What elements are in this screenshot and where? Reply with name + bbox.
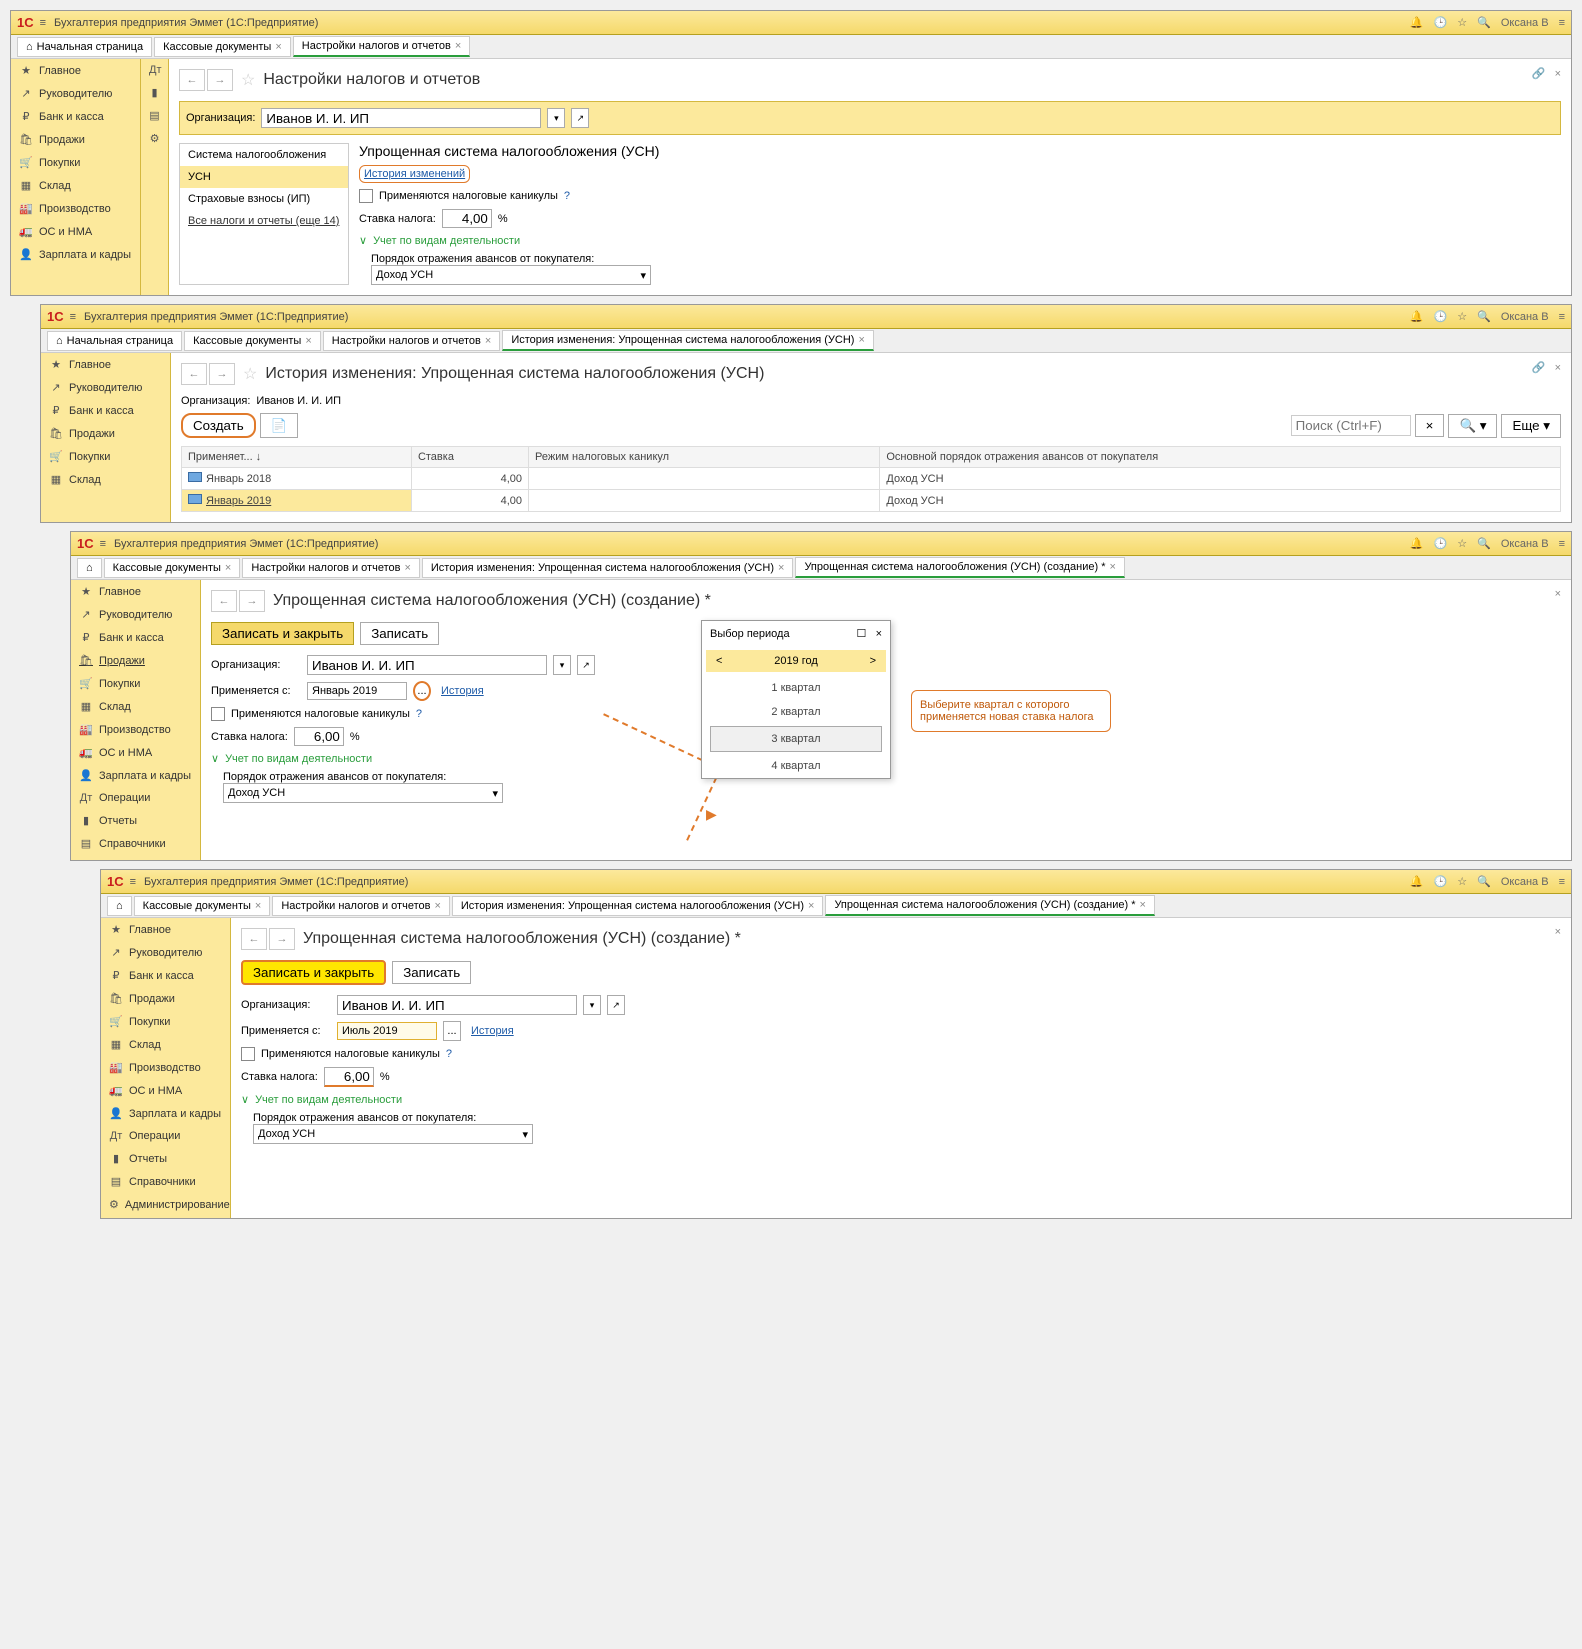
year-prev[interactable]: < bbox=[716, 655, 722, 667]
holidays-checkbox[interactable] bbox=[359, 189, 373, 203]
search-input[interactable] bbox=[1291, 415, 1411, 436]
bell-icon[interactable]: 🔔 bbox=[1410, 16, 1424, 29]
period-popup: Выбор периода ☐ × < 2019 год > 1 квартал… bbox=[701, 620, 891, 779]
side-main[interactable]: ★Главное bbox=[11, 59, 140, 82]
save-close-button-hi[interactable]: Записать и закрыть bbox=[241, 960, 386, 985]
panel-2-history: 1С ≡ Бухгалтерия предприятия Эммет (1С:П… bbox=[40, 304, 1572, 523]
date-input-hl[interactable]: Июль 2019 bbox=[337, 1022, 437, 1040]
home-tab[interactable]: ⌂Начальная страница bbox=[17, 37, 152, 57]
side-hr[interactable]: 👤Зарплата и кадры bbox=[11, 243, 140, 266]
app-title: Бухгалтерия предприятия Эммет (1С:Предпр… bbox=[54, 17, 1410, 29]
content-area: 🔗 × ← → ☆ Настройки налогов и отчетов Ор… bbox=[169, 59, 1571, 295]
date-input[interactable]: Январь 2019 bbox=[307, 682, 407, 700]
logo-1c: 1С bbox=[17, 15, 34, 30]
popup-title: Выбор периода bbox=[710, 628, 790, 640]
org-input[interactable] bbox=[261, 108, 541, 128]
history-link[interactable]: История bbox=[437, 683, 488, 699]
tax-usn[interactable]: УСН bbox=[180, 166, 348, 188]
side-buy[interactable]: 🛒Покупки bbox=[11, 151, 140, 174]
popup-close-icon[interactable]: × bbox=[876, 628, 882, 640]
star-icon[interactable]: ☆ bbox=[1457, 310, 1467, 323]
tab-settings[interactable]: Настройки налогов и отчетов× bbox=[293, 36, 471, 57]
history-icon[interactable]: 🕒 bbox=[1434, 16, 1448, 29]
search-btn[interactable]: 🔍 ▾ bbox=[1448, 414, 1497, 438]
user-name[interactable]: Оксана В bbox=[1501, 17, 1549, 29]
popup-min-icon[interactable]: ☐ bbox=[857, 628, 867, 640]
advance-select[interactable]: Доход УСН▾ bbox=[371, 265, 651, 285]
panel-1-settings: 1С ≡ Бухгалтерия предприятия Эммет (1С:П… bbox=[10, 10, 1572, 296]
search-icon[interactable]: 🔍 bbox=[1477, 310, 1491, 323]
tabbar: ⌂Начальная страница Кассовые документы× … bbox=[11, 35, 1571, 59]
save-button[interactable]: Записать bbox=[360, 622, 439, 645]
history-table: Применяет... ↓ Ставка Режим налоговых ка… bbox=[181, 446, 1561, 512]
panel-4-create-final: 1С≡ Бухгалтерия предприятия Эммет (1С:Пр… bbox=[100, 869, 1572, 1219]
advance-label: Порядок отражения авансов от покупателя: bbox=[371, 253, 1561, 265]
org-dropdown[interactable]: ▾ bbox=[547, 108, 565, 128]
tax-all[interactable]: Все налоги и отчеты (еще 14) bbox=[180, 210, 348, 232]
bell-icon[interactable]: 🔔 bbox=[1410, 310, 1424, 323]
tax-sys[interactable]: Система налогообложения bbox=[180, 144, 348, 166]
tax-list: Система налогообложения УСН Страховые вз… bbox=[179, 143, 349, 285]
search-clear[interactable]: × bbox=[1415, 414, 1445, 437]
callout-tooltip: Выберите квартал с которого применяется … bbox=[911, 690, 1111, 732]
q3[interactable]: 3 квартал bbox=[710, 726, 882, 752]
side-bank[interactable]: ₽Банк и касса bbox=[11, 105, 140, 128]
year-next[interactable]: > bbox=[870, 655, 876, 667]
top-icons: 🔔 🕒 ☆ 🔍 Оксана В ≡ bbox=[1410, 16, 1565, 29]
sidebar-narrow: Дт ▮ ▤ ⚙ bbox=[141, 59, 169, 295]
more-btn[interactable]: Еще ▾ bbox=[1501, 414, 1561, 438]
save-close-button[interactable]: Записать и закрыть bbox=[211, 622, 354, 645]
rate-input[interactable] bbox=[442, 209, 492, 228]
save-button[interactable]: Записать bbox=[392, 961, 471, 984]
arrow-head-icon: ▶ bbox=[706, 806, 717, 823]
help-icon[interactable]: ? bbox=[564, 190, 570, 202]
history-icon[interactable]: 🕒 bbox=[1434, 310, 1448, 323]
activity-section[interactable]: ∨ Учет по видам деятельности bbox=[359, 234, 1561, 247]
col-date[interactable]: Применяет... ↓ bbox=[182, 447, 412, 468]
star-icon[interactable]: ☆ bbox=[1457, 16, 1467, 29]
titlebar: 1С ≡ Бухгалтерия предприятия Эммет (1С:П… bbox=[11, 11, 1571, 35]
copy-button[interactable]: 📄 bbox=[260, 413, 299, 438]
nav-back[interactable]: ← bbox=[179, 69, 205, 91]
q1[interactable]: 1 квартал bbox=[702, 676, 890, 700]
side-os[interactable]: 🚛ОС и НМА bbox=[11, 220, 140, 243]
side-sales[interactable]: 🛍Продажи bbox=[11, 128, 140, 151]
q4[interactable]: 4 квартал bbox=[702, 754, 890, 778]
table-row[interactable]: Январь 2018 4,00 Доход УСН bbox=[182, 468, 1561, 490]
nav-fwd[interactable]: → bbox=[207, 69, 233, 91]
close-icon[interactable]: 🔗 × bbox=[1532, 67, 1561, 80]
more-icon[interactable]: ≡ bbox=[1559, 17, 1565, 29]
sidebar: ★Главное ↗Руководителю ₽Банк и касса 🛍Пр… bbox=[11, 59, 141, 295]
panel-3-create: 1С≡ Бухгалтерия предприятия Эммет (1С:Пр… bbox=[70, 531, 1572, 861]
history-link[interactable]: История изменений bbox=[359, 165, 470, 183]
col-order[interactable]: Основной порядок отражения авансов от по… bbox=[880, 447, 1561, 468]
create-button[interactable]: Создать bbox=[181, 413, 256, 438]
col-mode[interactable]: Режим налоговых каникул bbox=[529, 447, 880, 468]
table-row-selected[interactable]: Январь 2019 4,00 Доход УСН bbox=[182, 490, 1561, 512]
org-label: Организация: bbox=[186, 112, 255, 124]
tax-ins[interactable]: Страховые взносы (ИП) bbox=[180, 188, 348, 210]
menu-icon[interactable]: ≡ bbox=[40, 17, 46, 29]
year-label: 2019 год bbox=[774, 655, 818, 667]
holidays-label: Применяются налоговые каникулы bbox=[379, 190, 558, 202]
page-title: Настройки налогов и отчетов bbox=[263, 71, 480, 89]
percent: % bbox=[498, 213, 508, 225]
side-stock[interactable]: ▦Склад bbox=[11, 174, 140, 197]
fav-star[interactable]: ☆ bbox=[241, 70, 255, 90]
date-picker-button[interactable]: ... bbox=[413, 681, 431, 701]
side-prod[interactable]: 🏭Производство bbox=[11, 197, 140, 220]
tab-kass[interactable]: Кассовые документы× bbox=[154, 37, 291, 57]
section-title: Упрощенная система налогообложения (УСН) bbox=[359, 143, 1561, 159]
side-mgr[interactable]: ↗Руководителю bbox=[11, 82, 140, 105]
rate-label: Ставка налога: bbox=[359, 213, 436, 225]
col-rate[interactable]: Ставка bbox=[411, 447, 528, 468]
org-open[interactable]: ↗ bbox=[571, 108, 589, 128]
q2[interactable]: 2 квартал bbox=[702, 700, 890, 724]
search-icon[interactable]: 🔍 bbox=[1477, 16, 1491, 29]
